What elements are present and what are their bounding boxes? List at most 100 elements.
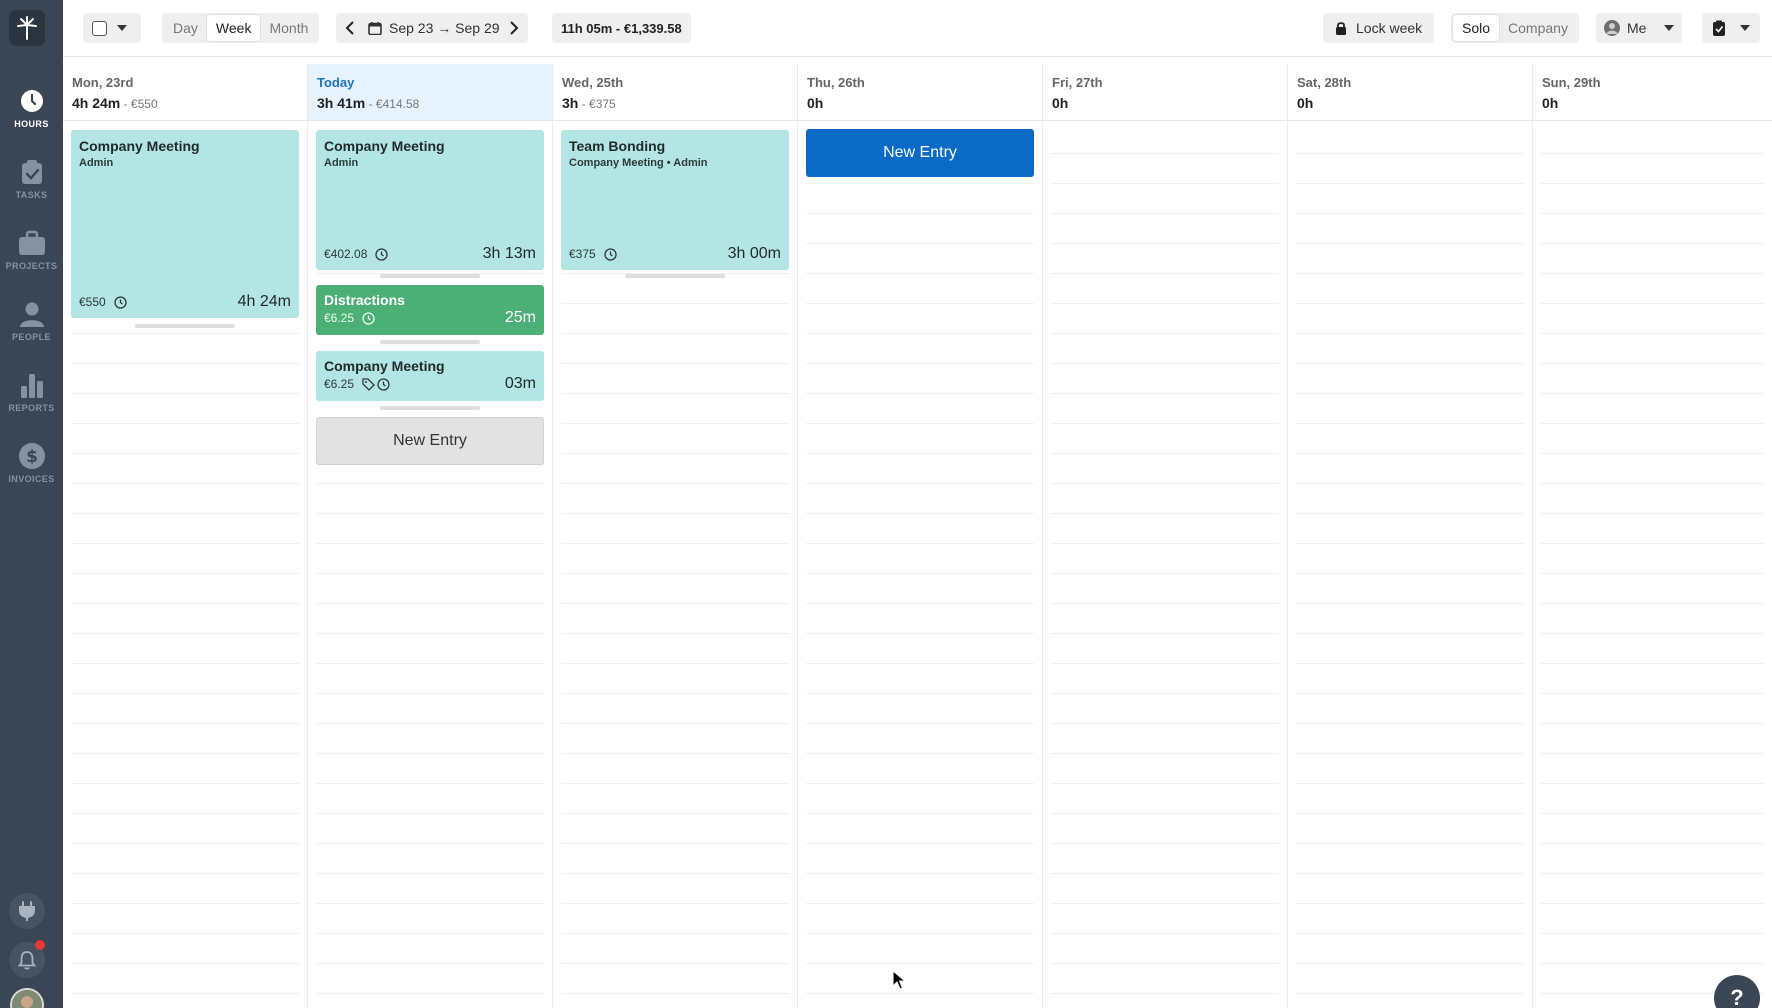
entry-duration: 25m xyxy=(504,309,536,326)
select-all-checkbox[interactable] xyxy=(92,20,107,36)
day-column-mon: Mon, 23rd 4h 24m - €550 Company Meeting … xyxy=(63,64,308,1008)
plug-icon xyxy=(19,901,35,921)
lock-week-label: Lock week xyxy=(1356,20,1423,36)
entry-title: Distractions xyxy=(324,292,405,308)
entry-subtitle: Admin xyxy=(324,157,359,169)
user-filter-dropdown[interactable]: Me xyxy=(1596,13,1682,43)
day-column-thu: Thu, 26th 0h New Entry xyxy=(798,64,1043,1008)
chevron-left-icon xyxy=(345,21,354,35)
sidebar-item-invoices[interactable]: $ INVOICES xyxy=(0,439,63,499)
day-column-wed: Wed, 25th 3h - €375 Team Bonding Company… xyxy=(553,64,798,1008)
time-grid[interactable] xyxy=(1296,124,1524,1008)
bulk-select-dropdown[interactable] xyxy=(83,13,141,43)
day-money: €414.58 xyxy=(375,97,420,111)
entry-subtitle: Admin xyxy=(79,157,114,169)
entry-title: Team Bonding xyxy=(569,138,666,154)
briefcase-icon xyxy=(18,230,45,255)
day-name: Fri, 27th xyxy=(1052,75,1103,90)
sidebar-item-people[interactable]: PEOPLE xyxy=(0,297,63,357)
view-month-button[interactable]: Month xyxy=(260,15,317,41)
clock-icon xyxy=(20,90,43,112)
mouse-cursor-icon xyxy=(892,970,906,990)
time-grid[interactable] xyxy=(1051,124,1279,1008)
view-day-button[interactable]: Day xyxy=(164,15,207,41)
person-icon xyxy=(19,302,44,327)
time-entry[interactable]: Company Meeting Admin €402.08 3h 13m xyxy=(316,130,544,270)
chevron-down-icon xyxy=(117,25,127,31)
sidebar-item-label: REPORTS xyxy=(8,403,55,413)
sidebar-item-label: HOURS xyxy=(14,119,49,129)
entry-amount: €402.08 xyxy=(324,247,368,261)
time-entry[interactable]: Company Meeting €6.25 03m xyxy=(316,351,544,401)
day-name: Thu, 26th xyxy=(807,75,865,90)
calendar-icon xyxy=(368,22,382,35)
day-column-today: Today 3h 41m - €414.58 Company Meeting A… xyxy=(308,64,553,1008)
day-total: 0h xyxy=(1542,95,1559,111)
avatar-image xyxy=(12,990,42,1008)
next-week-button[interactable] xyxy=(500,21,528,35)
clipboard-check-icon xyxy=(21,160,42,184)
entry-duration: 3h 13m xyxy=(482,245,536,262)
sidebar-item-projects[interactable]: PROJECTS xyxy=(0,226,63,286)
entry-duration: 03m xyxy=(504,375,536,392)
notifications-button[interactable] xyxy=(9,940,45,978)
scope-solo-button[interactable]: Solo xyxy=(1453,15,1500,41)
new-entry-button[interactable]: New Entry xyxy=(806,129,1034,177)
lock-week-button[interactable]: Lock week xyxy=(1323,13,1435,43)
day-header: Today 3h 41m - €414.58 xyxy=(308,64,552,121)
notification-badge xyxy=(35,940,45,950)
view-switcher: Day Week Month xyxy=(162,13,320,43)
prev-week-button[interactable] xyxy=(336,21,364,35)
day-column-fri: Fri, 27th 0h xyxy=(1043,64,1288,1008)
entry-duration: 4h 24m xyxy=(237,293,291,310)
sidebar: HOURS TASKS PROJECTS PEOPLE REPORTS $ IN… xyxy=(0,0,63,1008)
resize-handle[interactable] xyxy=(135,324,235,328)
svg-text:$: $ xyxy=(26,447,38,467)
user-avatar[interactable] xyxy=(10,988,44,1008)
clock-icon xyxy=(604,247,617,261)
resize-handle[interactable] xyxy=(380,340,480,344)
entry-amount: €6.25 xyxy=(324,311,355,325)
day-total: 3h 41m xyxy=(317,95,366,111)
new-entry-button[interactable]: New Entry xyxy=(316,417,544,465)
sidebar-item-label: PROJECTS xyxy=(5,261,58,271)
sidebar-item-tasks[interactable]: TASKS xyxy=(0,155,63,215)
time-entry[interactable]: Distractions €6.25 25m xyxy=(316,285,544,335)
entry-title: Company Meeting xyxy=(324,358,445,374)
entry-title: Company Meeting xyxy=(79,138,200,154)
date-range-label[interactable]: Sep 23 → Sep 29 xyxy=(389,20,500,36)
chevron-right-icon xyxy=(510,21,519,35)
day-name: Today xyxy=(317,75,355,90)
lock-icon xyxy=(1336,22,1346,35)
day-name: Sun, 29th xyxy=(1542,75,1601,90)
chevron-down-icon xyxy=(1664,25,1674,31)
day-total: 0h xyxy=(807,95,824,111)
time-grid[interactable] xyxy=(806,124,1034,1008)
user-avatar-icon xyxy=(1604,20,1620,36)
day-header: Sat, 28th 0h xyxy=(1288,64,1532,121)
entry-amount: €550 xyxy=(79,295,106,309)
day-total: 0h xyxy=(1297,95,1314,111)
top-toolbar: Day Week Month Sep 23 → Sep 29 11h 05m -… xyxy=(63,0,1772,57)
time-grid[interactable] xyxy=(1541,124,1764,1008)
dollar-icon: $ xyxy=(18,443,45,469)
time-entry[interactable]: Team Bonding Company Meeting • Admin €37… xyxy=(561,130,789,270)
sidebar-item-hours[interactable]: HOURS xyxy=(0,84,63,144)
clock-icon xyxy=(362,311,375,325)
resize-handle[interactable] xyxy=(380,274,480,278)
logo-icon xyxy=(17,16,37,40)
sidebar-item-label: INVOICES xyxy=(8,474,55,484)
resize-handle[interactable] xyxy=(625,274,725,278)
scope-company-button[interactable]: Company xyxy=(1499,15,1577,41)
entry-amount: €6.25 xyxy=(324,377,355,391)
day-name: Sat, 28th xyxy=(1297,75,1352,90)
view-week-button[interactable]: Week xyxy=(206,15,261,41)
time-entry[interactable]: Company Meeting Admin €550 4h 24m xyxy=(71,130,299,318)
day-header: Fri, 27th 0h xyxy=(1043,64,1287,121)
sidebar-item-reports[interactable]: REPORTS xyxy=(0,368,63,428)
approvals-dropdown[interactable] xyxy=(1702,13,1760,43)
resize-handle[interactable] xyxy=(380,406,480,410)
sidebar-item-label: TASKS xyxy=(15,190,48,200)
integrations-button[interactable] xyxy=(9,893,45,929)
app-logo[interactable] xyxy=(9,10,45,46)
